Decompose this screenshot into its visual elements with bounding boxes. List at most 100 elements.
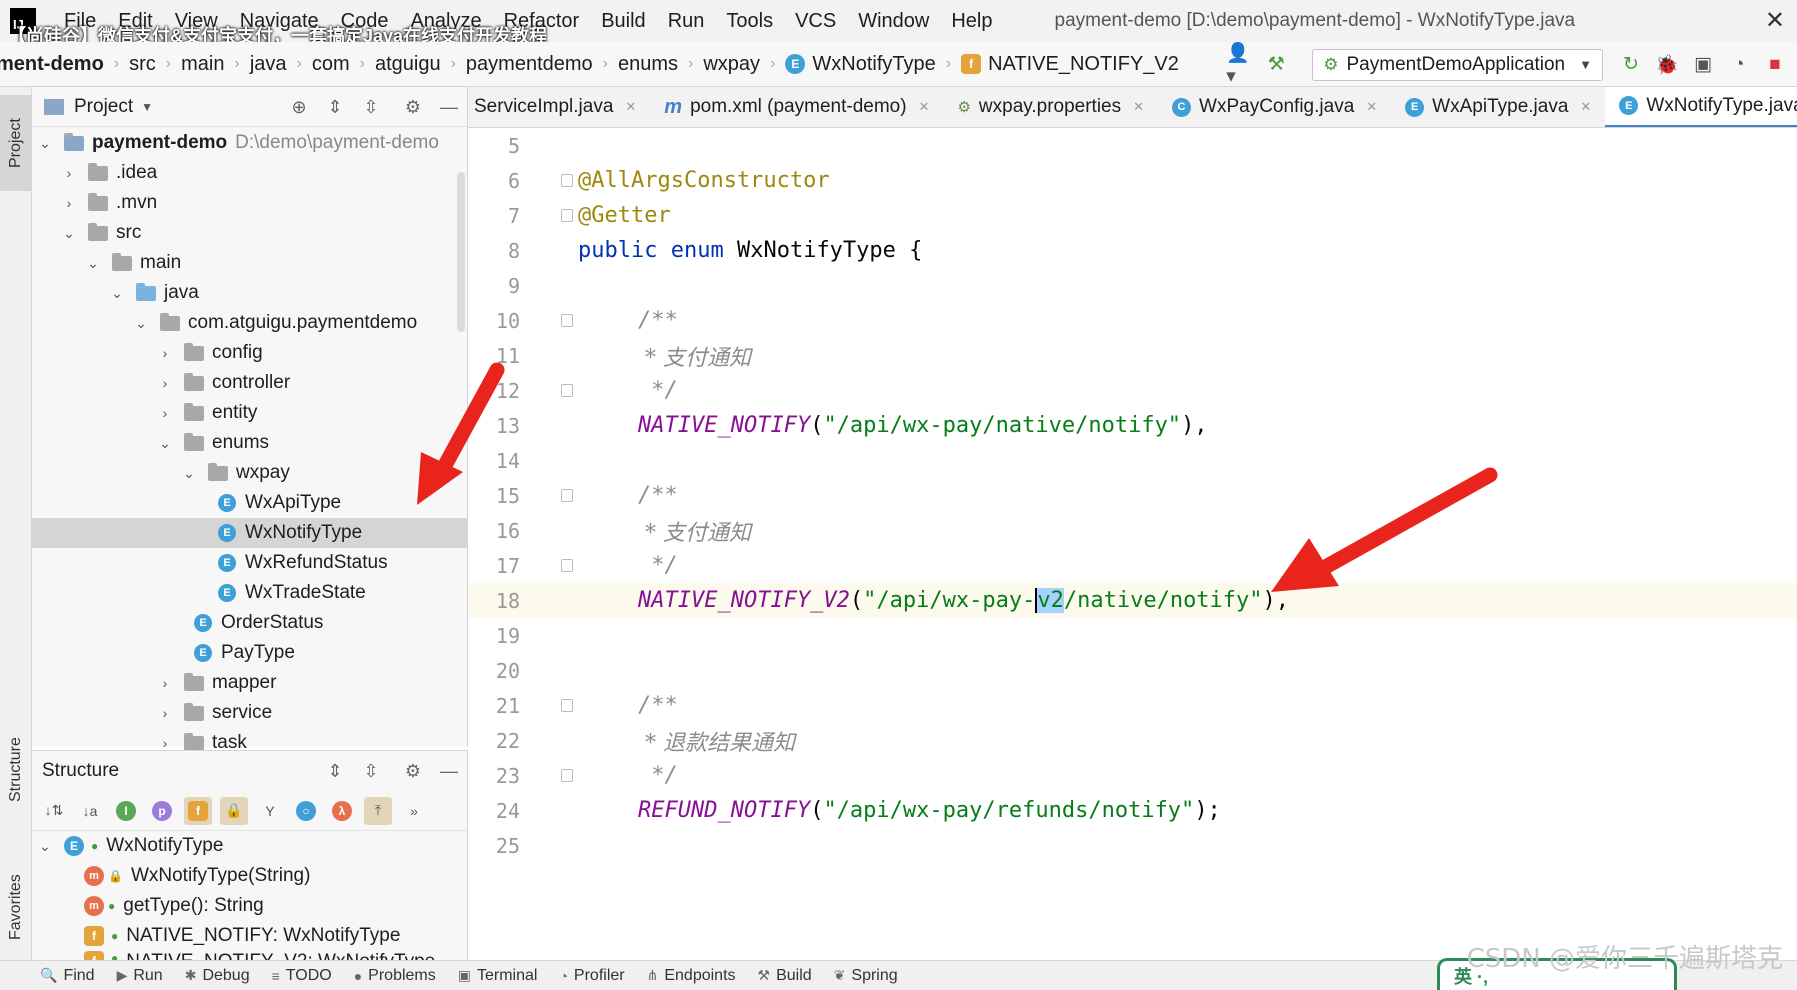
breadcrumb-src[interactable]: src [129, 53, 156, 76]
tree-item-wxpay[interactable]: ⌄ wxpay [32, 458, 467, 488]
chevron-down-icon[interactable]: ⌄ [38, 135, 52, 152]
status-build[interactable]: ⚒ Build [758, 967, 812, 985]
coverage-icon[interactable]: ▣ [1689, 51, 1717, 79]
breadcrumb-paymentdemo[interactable]: paymentdemo [466, 53, 593, 76]
tree-item-wxapitype[interactable]: ›EWxApiType [32, 488, 467, 518]
status-problems[interactable]: ● Problems [354, 967, 436, 985]
tree-item-wxtradestate[interactable]: ›EWxTradeState [32, 578, 467, 608]
tree-item--mvn[interactable]: › .mvn [32, 188, 467, 218]
breadcrumb-enums[interactable]: enums [618, 53, 678, 76]
expand-all-icon[interactable]: ⇕ [323, 95, 347, 119]
expand-all-icon[interactable]: ⇕ [323, 759, 347, 783]
tree-item-enums[interactable]: ⌄ enums [32, 428, 467, 458]
chevron-down-icon[interactable]: ⌄ [110, 285, 124, 302]
favorites-tool-tab[interactable]: Favorites [0, 852, 32, 962]
tree-item-paytype[interactable]: ›EPayType [32, 638, 467, 668]
breadcrumb-native-notify-v2[interactable]: f NATIVE_NOTIFY_V2 [961, 53, 1179, 76]
tree-item--idea[interactable]: › .idea [32, 158, 467, 188]
tree-item-config[interactable]: › config [32, 338, 467, 368]
fold-icon[interactable] [561, 769, 573, 782]
chevron-right-icon[interactable]: › [158, 675, 172, 691]
window-close-icon[interactable]: ✕ [1765, 6, 1785, 35]
chevron-down-icon[interactable]: ⌄ [38, 838, 52, 855]
fields-icon[interactable]: f [184, 796, 212, 825]
structure-item-enum[interactable]: ⌄ E ● WxNotifyType [32, 831, 467, 861]
project-tool-tab[interactable]: Project [0, 95, 32, 191]
minimize-icon[interactable]: — [437, 759, 461, 783]
tab-wxpay-properties[interactable]: ⚙ wxpay.properties ✕ [943, 87, 1158, 127]
structure-item-gettype[interactable]: m ● getType(): String [32, 891, 467, 921]
menu-vcs[interactable]: VCS [795, 10, 836, 33]
tree-item-wxrefundstatus[interactable]: ›EWxRefundStatus [32, 548, 467, 578]
chevron-right-icon[interactable]: › [158, 375, 172, 391]
minimize-icon[interactable]: — [437, 95, 461, 119]
code-line[interactable]: 25 [468, 828, 1797, 863]
gear-icon[interactable]: ⚙ [401, 759, 425, 783]
profiler-icon[interactable]: ◔ [1725, 51, 1753, 79]
sort-visibility-icon[interactable]: ↓⇅ [40, 797, 68, 825]
status-debug[interactable]: ✱ Debug [185, 967, 250, 985]
code-line[interactable]: 19 [468, 618, 1797, 653]
rerun-icon[interactable]: ↻ [1617, 51, 1645, 79]
run-configuration-select[interactable]: ⚙ PaymentDemoApplication ▼ [1312, 48, 1603, 81]
tree-item-src[interactable]: ⌄ src [32, 218, 467, 248]
fold-icon[interactable] [561, 489, 573, 502]
build-hammer-icon[interactable]: ⚒ [1262, 51, 1290, 79]
breadcrumb-project[interactable]: ment-demo [0, 53, 104, 76]
fold-icon[interactable] [561, 209, 573, 222]
status-spring[interactable]: ❦ Spring [834, 967, 898, 985]
code-line[interactable]: 20 [468, 653, 1797, 688]
code-line[interactable]: 23 */ [468, 758, 1797, 793]
structure-item-native-notify[interactable]: f ● NATIVE_NOTIFY: WxNotifyType [32, 921, 467, 951]
status-terminal[interactable]: ▣ Terminal [458, 967, 538, 985]
code-line[interactable]: 10/** [468, 303, 1797, 338]
chevron-right-icon[interactable]: › [62, 195, 76, 211]
breadcrumb-wxnotifytype[interactable]: E WxNotifyType [785, 53, 936, 76]
locate-icon[interactable]: ⊕ [287, 95, 311, 119]
code-line[interactable]: 7 @Getter [468, 198, 1797, 233]
menu-build[interactable]: Build [601, 10, 645, 33]
gear-icon[interactable]: ⚙ [401, 95, 425, 119]
chevron-down-icon[interactable]: ⌄ [158, 435, 172, 452]
code-line[interactable]: 13 NATIVE_NOTIFY("/api/wx-pay/native/noti… [468, 408, 1797, 443]
stop-icon[interactable]: ■ [1761, 51, 1789, 79]
close-icon[interactable]: ✕ [1133, 99, 1144, 115]
tab-wxpayconfig[interactable]: C WxPayConfig.java ✕ [1158, 87, 1391, 127]
code-line[interactable]: 16 * 支付通知 [468, 513, 1797, 548]
lambda-icon[interactable]: λ [328, 797, 356, 825]
tree-item-entity[interactable]: › entity [32, 398, 467, 428]
code-line[interactable]: 15/** [468, 478, 1797, 513]
status-profiler[interactable]: ◔ Profiler [559, 967, 624, 985]
tree-root[interactable]: ⌄ payment-demo D:\demo\payment-demo [32, 128, 467, 158]
close-icon[interactable]: ✕ [1580, 99, 1591, 115]
close-icon[interactable]: ✕ [919, 99, 930, 115]
structure-tool-tab[interactable]: Structure [0, 715, 32, 825]
tab-wxnotifytype[interactable]: E WxNotifyType.java [1605, 87, 1797, 127]
collapse-all-icon[interactable]: ⇳ [359, 95, 383, 119]
structure-item-constructor[interactable]: m 🔒 WxNotifyType(String) [32, 861, 467, 891]
breadcrumb-atguigu[interactable]: atguigu [375, 53, 441, 76]
code-line-current[interactable]: 18 NATIVE_NOTIFY_V2("/api/wx-pay-v2/nativ… [468, 583, 1797, 618]
user-icon[interactable]: 👤▾ [1226, 43, 1254, 86]
fold-icon[interactable] [561, 174, 573, 187]
tree-scrollbar[interactable] [457, 172, 465, 332]
tree-item-java[interactable]: ⌄ java [32, 278, 467, 308]
chevron-right-icon[interactable]: › [62, 165, 76, 181]
fold-icon[interactable] [561, 314, 573, 327]
tab-serviceimpl[interactable]: ServiceImpl.java ✕ [468, 87, 650, 127]
anonymous-icon[interactable]: ○ [292, 797, 320, 825]
tab-pom[interactable]: m pom.xml (payment-demo) ✕ [650, 87, 943, 127]
tree-item-com-atguigu-paymentdemo[interactable]: ⌄ com.atguigu.paymentdemo [32, 308, 467, 338]
non-public-icon[interactable]: 🔒 [220, 796, 248, 825]
code-line[interactable]: 11 * 支付通知 [468, 338, 1797, 373]
tree-item-controller[interactable]: › controller [32, 368, 467, 398]
tree-item-orderstatus[interactable]: ›EOrderStatus [32, 608, 467, 638]
status-find[interactable]: 🔍 Find [40, 967, 95, 985]
chevron-down-icon[interactable]: ⌄ [134, 315, 148, 332]
code-line[interactable]: 6 @AllArgsConstructor [468, 163, 1797, 198]
breadcrumb-com[interactable]: com [312, 53, 350, 76]
code-line[interactable]: 14 [468, 443, 1797, 478]
chevron-down-icon[interactable]: ⌄ [86, 255, 100, 272]
inherited-icon[interactable]: I [112, 797, 140, 825]
chevron-down-icon[interactable]: ▼ [141, 100, 153, 114]
